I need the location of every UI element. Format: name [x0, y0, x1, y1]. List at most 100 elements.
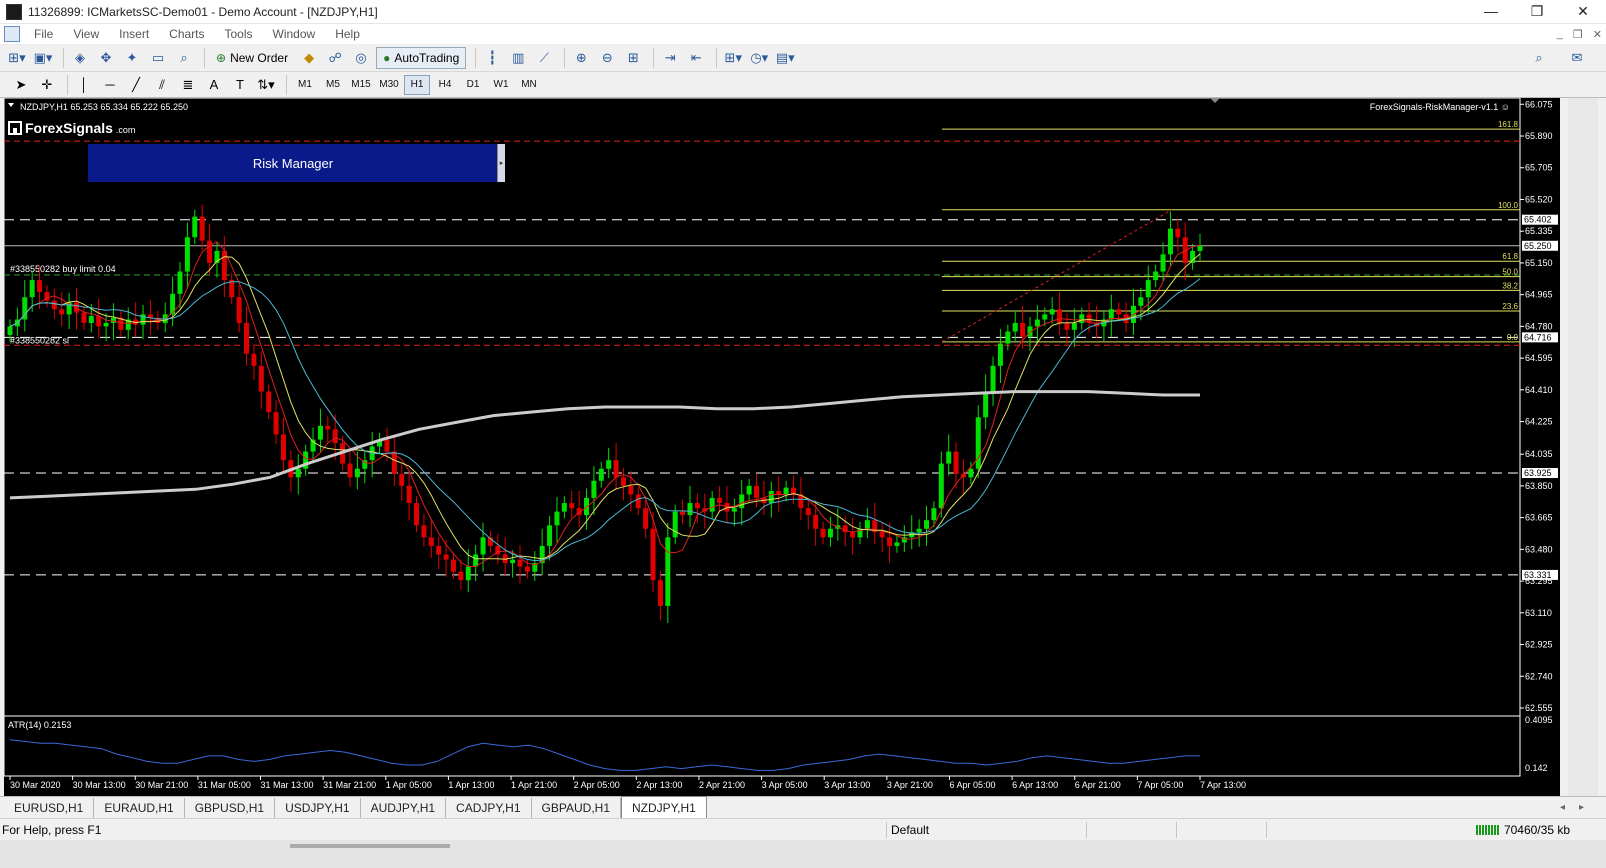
timeframe-m1[interactable]: M1 — [292, 75, 318, 95]
indicator-name: ForexSignals-RiskManager-v1.1 ☺ — [1370, 102, 1510, 112]
candle-body — [820, 528, 826, 538]
toolbar-separator — [67, 74, 68, 95]
candle-body — [192, 216, 198, 238]
text-icon[interactable]: A — [203, 74, 225, 96]
tab-gbpusd-h1[interactable]: GBPUSD,H1 — [185, 798, 276, 818]
auto-scroll-icon[interactable]: ⇥ — [659, 47, 681, 69]
timeframe-h1[interactable]: H1 — [404, 74, 430, 95]
timeframe-w1[interactable]: W1 — [488, 75, 514, 95]
trendline-icon[interactable]: ╱ — [125, 74, 147, 96]
market-watch-icon[interactable]: ◈ — [69, 47, 91, 69]
time-tick-label: 6 Apr 05:00 — [949, 780, 995, 790]
menu-file[interactable]: File — [24, 27, 63, 41]
candle-body — [598, 468, 604, 481]
indicators-icon[interactable]: ⊞▾ — [722, 47, 744, 69]
horizontal-scrollbar[interactable] — [0, 840, 1606, 868]
time-tick-label: 30 Mar 13:00 — [73, 780, 126, 790]
tab-usdjpy-h1[interactable]: USDJPY,H1 — [275, 798, 361, 818]
minimize-button[interactable]: — — [1468, 3, 1514, 20]
risk-manager-handle-icon[interactable]: ▸ — [497, 144, 505, 182]
tab-eurusd-h1[interactable]: EURUSD,H1 — [4, 798, 95, 818]
menu-charts[interactable]: Charts — [159, 27, 214, 41]
tab-nzdjpy-h1[interactable]: NZDJPY,H1 — [621, 796, 707, 818]
new-chart-icon[interactable]: ⊞▾ — [6, 47, 28, 69]
timeframe-m30[interactable]: M30 — [376, 75, 402, 95]
bar-chart-icon[interactable]: ┇ — [481, 47, 503, 69]
candle-body — [103, 322, 109, 327]
strategy-tester-icon[interactable]: ⌕ — [173, 47, 195, 69]
toolbar-separator — [653, 47, 655, 68]
candle-body — [694, 503, 700, 509]
status-cell — [1086, 821, 1176, 838]
restore-button[interactable]: ❐ — [1514, 3, 1560, 20]
zoom-in-icon[interactable]: ⊕ — [570, 47, 592, 69]
chart-shift-icon[interactable]: ⇤ — [685, 47, 707, 69]
data-window-icon[interactable]: ✥ — [95, 47, 117, 69]
close-button[interactable]: ✕ — [1560, 3, 1606, 20]
tab-cadjpy-h1[interactable]: CADJPY,H1 — [446, 798, 532, 818]
equidistant-channel-icon[interactable]: ⫽ — [151, 74, 173, 96]
candle-body — [88, 316, 94, 323]
timeframe-mn[interactable]: MN — [516, 75, 542, 95]
candle-body — [783, 487, 789, 495]
signals-icon[interactable]: ☍ — [324, 47, 346, 69]
navigator-icon[interactable]: ✦ — [121, 47, 143, 69]
text-label-icon[interactable]: T — [229, 74, 251, 96]
fibonacci-icon[interactable]: ≣ — [177, 74, 199, 96]
mdi-close-icon[interactable]: ✕ — [1593, 28, 1602, 41]
menu-view[interactable]: View — [63, 27, 109, 41]
menu-help[interactable]: Help — [325, 27, 370, 41]
community-icon[interactable]: ◎ — [350, 47, 372, 69]
mdi-restore-icon[interactable]: ❐ — [1573, 28, 1583, 41]
tab-scroll-left-icon[interactable]: ◂ — [1560, 802, 1565, 813]
vertical-line-icon[interactable]: │ — [73, 74, 95, 96]
new-order-button[interactable]: ⊕ New Order — [210, 47, 294, 69]
periods-icon[interactable]: ◷▾ — [748, 47, 770, 69]
tile-windows-icon[interactable]: ⊞ — [622, 47, 644, 69]
tab-euraud-h1[interactable]: EURAUD,H1 — [94, 798, 185, 818]
crosshair-icon[interactable]: ✛ — [36, 74, 58, 96]
candle-body — [1197, 245, 1203, 251]
line-chart-icon[interactable]: ⟋ — [533, 47, 555, 69]
chat-icon[interactable]: ✉ — [1566, 47, 1588, 69]
profiles-icon[interactable]: ▣▾ — [32, 47, 54, 69]
timeframe-d1[interactable]: D1 — [460, 75, 486, 95]
scrollbar-track[interactable] — [1568, 98, 1598, 796]
timeframe-h4[interactable]: H4 — [432, 75, 458, 95]
risk-manager-button[interactable]: Risk Manager — [88, 144, 498, 182]
candlestick-chart-icon[interactable]: ▥ — [507, 47, 529, 69]
tab-audjpy-h1[interactable]: AUDJPY,H1 — [361, 798, 447, 818]
arrows-icon[interactable]: ⇅▾ — [255, 74, 277, 96]
mdi-minimize-icon[interactable]: _ — [1557, 28, 1563, 41]
price-marker-label: 65.250 — [1524, 241, 1552, 251]
search-icon[interactable]: ⌕ — [1528, 47, 1550, 69]
terminal-icon[interactable]: ▭ — [147, 47, 169, 69]
price-tick-label: 62.555 — [1525, 703, 1553, 713]
auto-trading-button[interactable]: ● AutoTrading — [376, 46, 467, 69]
menu-window[interactable]: Window — [263, 27, 326, 41]
menu-insert[interactable]: Insert — [109, 27, 159, 41]
title-bar: 11326899: ICMarketsSC-Demo01 - Demo Acco… — [0, 0, 1606, 24]
templates-icon[interactable]: ▤▾ — [774, 47, 796, 69]
price-tick-label: 62.740 — [1525, 671, 1553, 681]
candle-body — [1057, 309, 1063, 323]
cursor-icon[interactable]: ➤ — [10, 74, 32, 96]
timeframe-m15[interactable]: M15 — [348, 75, 374, 95]
mdi-controls: _ ❐ ✕ — [1557, 28, 1606, 41]
tab-gbpaud-h1[interactable]: GBPAUD,H1 — [532, 798, 621, 818]
horizontal-line-icon[interactable]: ─ — [99, 74, 121, 96]
chart-window-icon[interactable] — [4, 26, 20, 42]
chart-window[interactable]: NZDJPY,H1 65.253 65.334 65.222 65.250 For… — [4, 98, 1560, 796]
candle-body — [613, 460, 619, 478]
candle-body — [946, 451, 952, 464]
price-chart[interactable]: NZDJPY,H1 65.253 65.334 65.222 65.250 For… — [4, 98, 1560, 796]
candle-body — [968, 468, 974, 478]
metaeditor-icon[interactable]: ◆ — [298, 47, 320, 69]
tab-scroll-right-icon[interactable]: ▸ — [1579, 802, 1584, 813]
scrollbar-thumb[interactable] — [290, 844, 450, 848]
menu-tools[interactable]: Tools — [215, 27, 263, 41]
candle-body — [887, 537, 893, 546]
chart-tabs: EURUSD,H1 EURAUD,H1 GBPUSD,H1 USDJPY,H1 AUDJ… — [0, 796, 1606, 818]
timeframe-m5[interactable]: M5 — [320, 75, 346, 95]
zoom-out-icon[interactable]: ⊖ — [596, 47, 618, 69]
